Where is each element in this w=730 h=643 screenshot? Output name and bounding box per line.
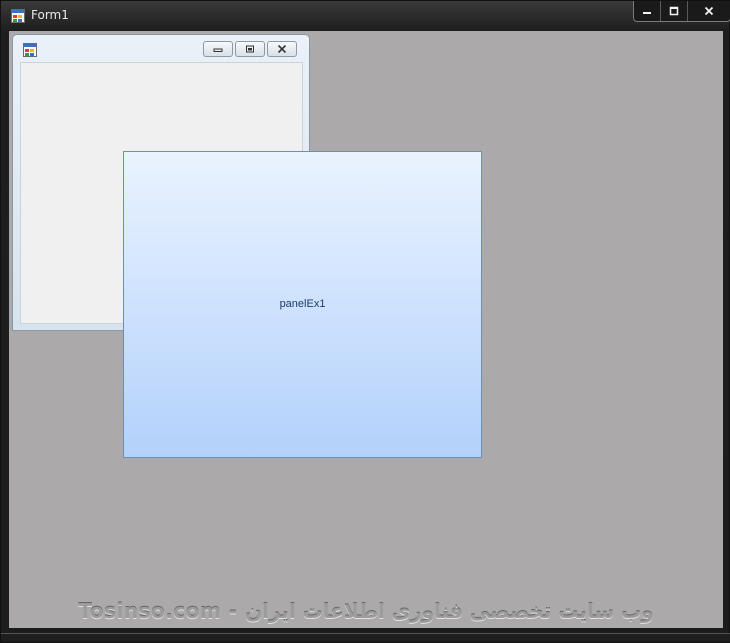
child-caption-buttons bbox=[203, 41, 297, 57]
minimize-icon bbox=[213, 48, 223, 52]
panel-label: panelEx1 bbox=[279, 298, 326, 310]
child-minimize-button[interactable] bbox=[203, 41, 233, 57]
child-close-button[interactable] bbox=[267, 41, 297, 57]
restore-icon bbox=[246, 45, 254, 53]
window-bottom-border bbox=[1, 633, 730, 642]
close-icon bbox=[704, 6, 714, 16]
minimize-button[interactable] bbox=[634, 1, 661, 21]
panel-ex[interactable]: panelEx1 bbox=[123, 151, 482, 458]
form-app-icon[interactable] bbox=[11, 9, 25, 23]
maximize-icon bbox=[669, 6, 679, 16]
minimize-icon bbox=[643, 12, 651, 14]
watermark-text: Tosinso.com - وب سایت تخصصی فناوری اطلاع… bbox=[78, 599, 654, 623]
window-title: Form1 bbox=[31, 8, 69, 22]
maximize-button[interactable] bbox=[661, 1, 688, 21]
child-restore-button[interactable] bbox=[235, 41, 265, 57]
main-window: Form1 panelEx1 Tosinso.com - وب سایت تخص… bbox=[0, 0, 730, 643]
title-bar[interactable]: Form1 bbox=[1, 1, 730, 31]
mdi-client-area: panelEx1 bbox=[9, 31, 723, 628]
close-button[interactable] bbox=[688, 1, 730, 21]
form-app-icon[interactable] bbox=[23, 43, 37, 57]
caption-buttons bbox=[633, 1, 730, 22]
close-icon bbox=[277, 45, 287, 53]
